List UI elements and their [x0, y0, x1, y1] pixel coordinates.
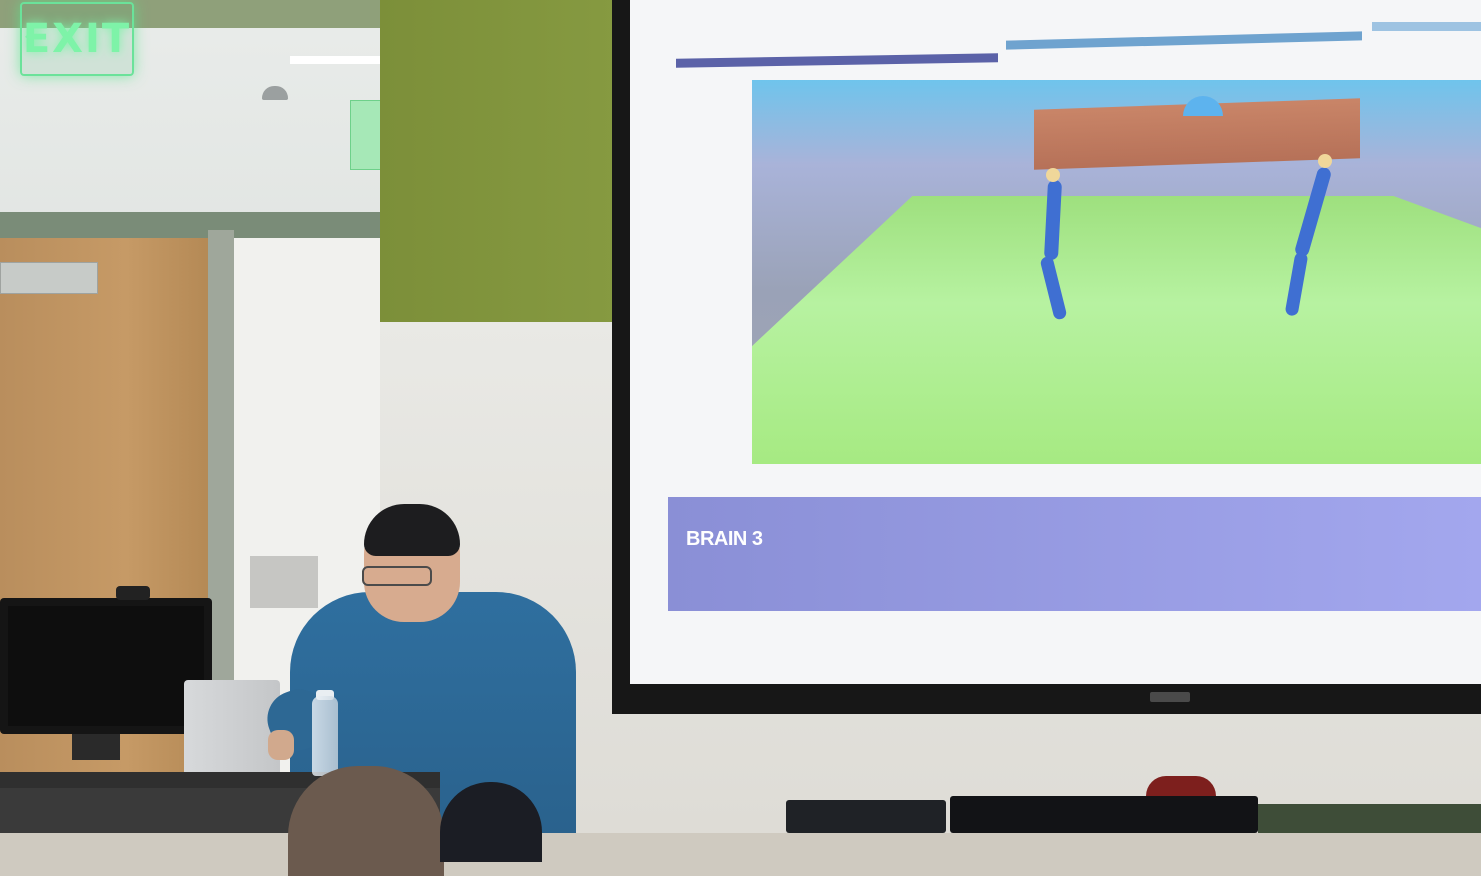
slide-caption: BRAIN 3 — [686, 528, 763, 550]
water-bottle — [312, 696, 338, 776]
screen-brand-logo — [1150, 692, 1190, 702]
green-accent-wall — [380, 0, 620, 322]
robot-left-joint — [1046, 168, 1060, 182]
door-closer — [0, 262, 98, 294]
chevron-right-icon: › — [112, 26, 120, 47]
presenter-hand — [268, 730, 294, 760]
monitor-screen — [8, 606, 204, 726]
presenter-glasses — [362, 566, 432, 586]
webcam-icon — [116, 586, 150, 600]
slide-caption-bar — [668, 497, 1481, 611]
floor — [1258, 804, 1481, 833]
laptop — [184, 680, 280, 776]
computer-case — [786, 800, 946, 833]
door-frame — [0, 212, 380, 238]
distant-exit-sign — [350, 100, 382, 170]
slide-progress-bar — [1372, 22, 1481, 31]
chevron-left-icon: ‹ — [24, 26, 32, 47]
door-kickplate — [250, 556, 318, 608]
foreground-monitor — [950, 796, 1258, 833]
ceiling-light — [290, 56, 380, 64]
robot-right-joint — [1318, 154, 1332, 168]
